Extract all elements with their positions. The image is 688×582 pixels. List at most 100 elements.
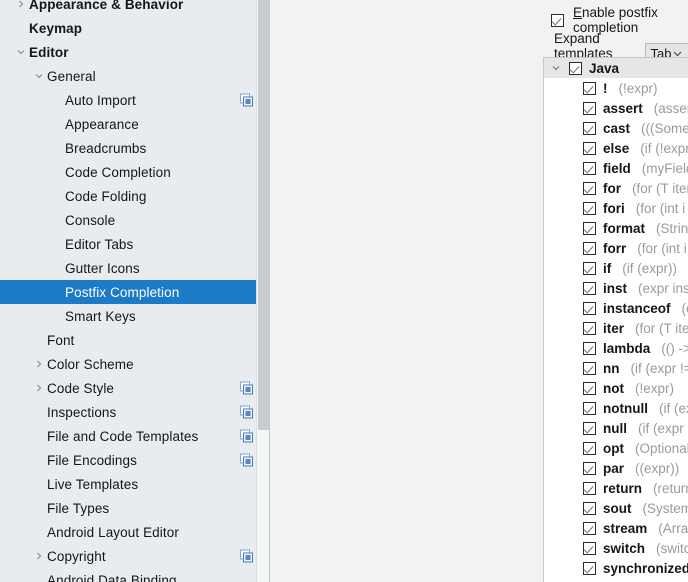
template-row[interactable]: cast(((SomeType) expr)) xyxy=(544,118,688,138)
template-row[interactable]: stream(Arrays.stream(expr)) xyxy=(544,518,688,538)
sidebar-item-label: General xyxy=(47,69,96,84)
template-checkbox[interactable] xyxy=(583,122,596,135)
template-checkbox[interactable] xyxy=(583,142,596,155)
template-row[interactable]: notnull(if (expr != null)) xyxy=(544,398,688,418)
template-checkbox[interactable] xyxy=(583,82,596,95)
chevron-right-icon[interactable] xyxy=(31,383,47,393)
chevron-right-icon[interactable] xyxy=(31,551,47,561)
chevron-right-icon[interactable] xyxy=(13,0,29,9)
chevron-down-icon[interactable] xyxy=(549,63,562,73)
template-description: (switch (expr)) xyxy=(656,541,688,556)
template-group-row[interactable]: Java xyxy=(544,58,688,78)
template-checkbox[interactable] xyxy=(583,222,596,235)
sidebar-item-copyright[interactable]: Copyright xyxy=(0,544,269,568)
sidebar-item-inspections[interactable]: Inspections xyxy=(0,400,269,424)
sidebar-item-auto-import[interactable]: Auto Import xyxy=(0,88,269,112)
sidebar-item-breadcrumbs[interactable]: Breadcrumbs xyxy=(0,136,269,160)
sidebar-item-console[interactable]: Console xyxy=(0,208,269,232)
template-row[interactable]: instanceof(expr instanceof Type ? ((Type… xyxy=(544,298,688,318)
template-row[interactable]: switch(switch (expr)) xyxy=(544,538,688,558)
template-row[interactable]: field(myField = expr) xyxy=(544,158,688,178)
template-checkbox[interactable] xyxy=(583,202,596,215)
template-row[interactable]: if(if (expr)) xyxy=(544,258,688,278)
template-row[interactable]: synchronized(synchronized (expr)) xyxy=(544,558,688,578)
template-name: not xyxy=(603,381,624,396)
sidebar-item-color-scheme[interactable]: Color Scheme xyxy=(0,352,269,376)
template-checkbox[interactable] xyxy=(583,302,596,315)
template-row[interactable]: else(if (!expr)) xyxy=(544,138,688,158)
sidebar-item-appearance[interactable]: Appearance xyxy=(0,112,269,136)
sidebar-item-file-types[interactable]: File Types xyxy=(0,496,269,520)
template-checkbox[interactable] xyxy=(583,242,596,255)
sidebar-item-smart-keys[interactable]: Smart Keys xyxy=(0,304,269,328)
template-checkbox[interactable] xyxy=(583,102,596,115)
sidebar-item-file-encodings[interactable]: File Encodings xyxy=(0,448,269,472)
sidebar-item-font[interactable]: Font xyxy=(0,328,269,352)
sidebar-item-keymap[interactable]: Keymap xyxy=(0,16,269,40)
copy-settings-icon[interactable] xyxy=(240,382,253,395)
sidebar-item-android-layout-editor[interactable]: Android Layout Editor xyxy=(0,520,269,544)
enable-postfix-completion-checkbox[interactable] xyxy=(551,14,564,27)
template-row[interactable]: sout(System.out.println(expr)) xyxy=(544,498,688,518)
template-row[interactable]: nn(if (expr != null)) xyxy=(544,358,688,378)
copy-settings-icon[interactable] xyxy=(240,550,253,563)
template-row[interactable]: return(return expr) xyxy=(544,478,688,498)
copy-settings-icon[interactable] xyxy=(240,94,253,107)
chevron-down-icon[interactable] xyxy=(13,47,29,57)
sidebar-scrollbar-thumb[interactable] xyxy=(258,0,269,430)
sidebar-item-appearance-behavior[interactable]: Appearance & Behavior xyxy=(0,0,269,16)
template-row[interactable]: format(String.format(expr)) xyxy=(544,218,688,238)
template-checkbox[interactable] xyxy=(583,362,596,375)
template-checkbox[interactable] xyxy=(583,542,596,555)
template-checkbox[interactable] xyxy=(583,482,596,495)
copy-settings-icon[interactable] xyxy=(240,406,253,419)
postfix-templates-list[interactable]: Java !(!expr)assert(assert expr)cast(((S… xyxy=(543,57,688,582)
sidebar-item-code-completion[interactable]: Code Completion xyxy=(0,160,269,184)
template-checkbox[interactable] xyxy=(583,282,596,295)
template-checkbox[interactable] xyxy=(583,422,596,435)
chevron-down-icon[interactable] xyxy=(31,71,47,81)
sidebar-item-file-and-code-templates[interactable]: File and Code Templates xyxy=(0,424,269,448)
sidebar-item-editor[interactable]: Editor xyxy=(0,40,269,64)
template-checkbox[interactable] xyxy=(583,162,596,175)
template-row[interactable]: assert(assert expr) xyxy=(544,98,688,118)
copy-settings-icon[interactable] xyxy=(240,430,253,443)
settings-tree[interactable]: Appearance & BehaviorKeymapEditor General… xyxy=(0,0,269,582)
template-row[interactable]: null(if (expr == null)) xyxy=(544,418,688,438)
template-row[interactable]: iter(for (T item : expr)) xyxy=(544,318,688,338)
template-checkbox[interactable] xyxy=(583,502,596,515)
sidebar-item-general[interactable]: General xyxy=(0,64,269,88)
sidebar-item-code-style[interactable]: Code Style xyxy=(0,376,269,400)
sidebar-scrollbar[interactable] xyxy=(256,0,269,582)
template-row[interactable]: not(!expr) xyxy=(544,378,688,398)
template-checkbox[interactable] xyxy=(583,522,596,535)
template-row[interactable]: forr(for (int i = expr.length-1; i >= 0;… xyxy=(544,238,688,258)
chevron-right-icon[interactable] xyxy=(31,359,47,369)
template-checkbox[interactable] xyxy=(583,322,596,335)
template-checkbox[interactable] xyxy=(583,382,596,395)
template-row[interactable]: for(for (T item : expr)) xyxy=(544,178,688,198)
sidebar-item-live-templates[interactable]: Live Templates xyxy=(0,472,269,496)
sidebar-item-postfix-completion[interactable]: Postfix Completion xyxy=(0,280,269,304)
template-row[interactable]: par((expr)) xyxy=(544,458,688,478)
template-row[interactable]: fori(for (int i = 0; i < expr.length; i+… xyxy=(544,198,688,218)
template-row[interactable]: lambda(() -> expr) xyxy=(544,338,688,358)
sidebar-item-editor-tabs[interactable]: Editor Tabs xyxy=(0,232,269,256)
template-checkbox[interactable] xyxy=(583,442,596,455)
template-checkbox[interactable] xyxy=(583,562,596,575)
template-description: (for (int i = expr.length-1; i >= 0; i--… xyxy=(637,241,688,256)
template-checkbox[interactable] xyxy=(583,402,596,415)
template-row[interactable]: !(!expr) xyxy=(544,78,688,98)
template-row[interactable]: opt(Optional.ofNullable(expr)) xyxy=(544,438,688,458)
copy-settings-icon[interactable] xyxy=(240,454,253,467)
template-checkbox[interactable] xyxy=(583,462,596,475)
sidebar-item-android-data-binding[interactable]: Android Data Binding xyxy=(0,568,269,582)
template-group-checkbox[interactable] xyxy=(569,62,582,75)
template-checkbox[interactable] xyxy=(583,342,596,355)
sidebar-item-label: Editor Tabs xyxy=(65,237,133,252)
template-checkbox[interactable] xyxy=(583,262,596,275)
sidebar-item-gutter-icons[interactable]: Gutter Icons xyxy=(0,256,269,280)
template-checkbox[interactable] xyxy=(583,182,596,195)
sidebar-item-code-folding[interactable]: Code Folding xyxy=(0,184,269,208)
template-row[interactable]: inst(expr instanceof Type ? ((Type) expr… xyxy=(544,278,688,298)
